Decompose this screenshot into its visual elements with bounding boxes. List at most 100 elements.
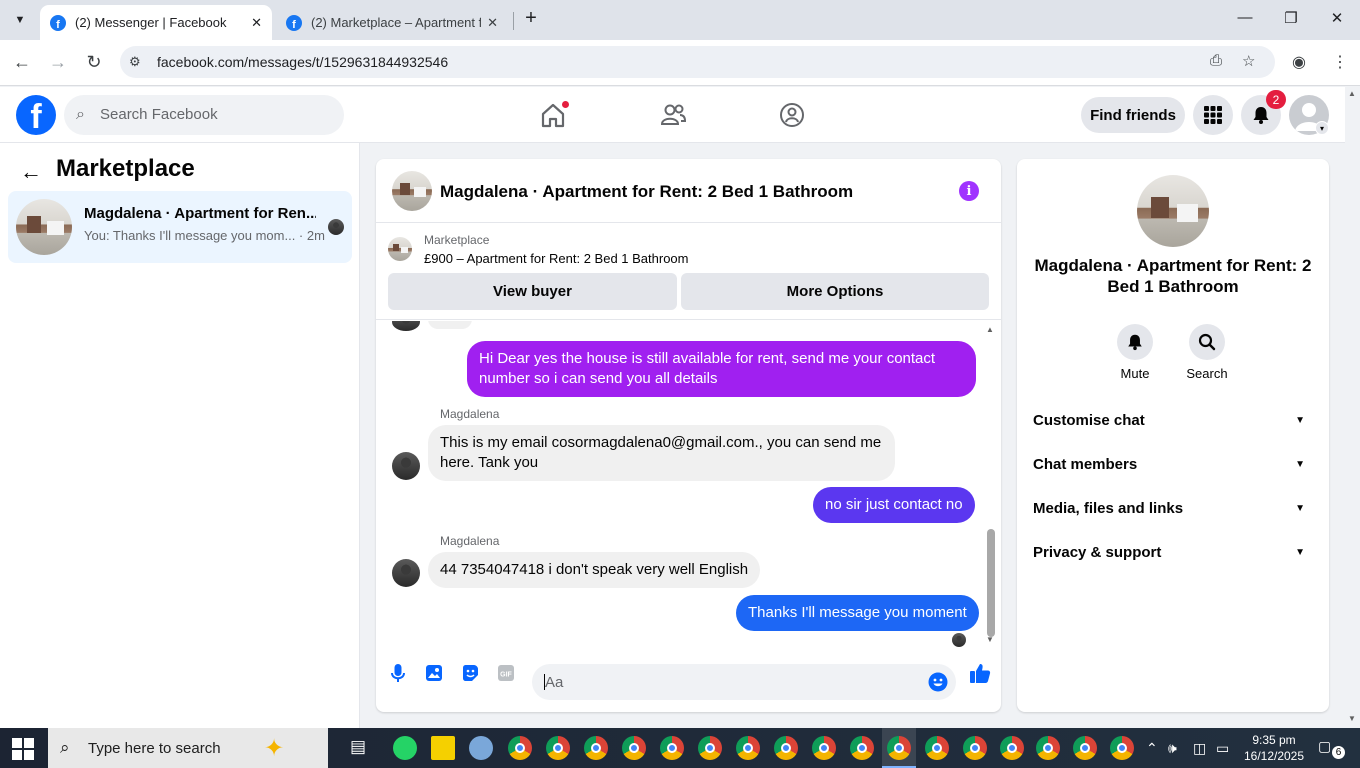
find-friends-button[interactable]: Find friends [1081,97,1185,133]
chrome-profile-icon[interactable] [925,736,949,760]
scroll-down-arrow-icon[interactable]: ▼ [986,635,994,644]
menu-grid-icon[interactable] [1193,95,1233,135]
action-center-icon[interactable]: ▢ 6 [1318,738,1345,759]
close-tab-icon[interactable]: ✕ [251,15,262,31]
chat-title[interactable]: Magdalena · Apartment for Rent: 2 Bed 1 … [440,182,853,202]
media-files-links-section[interactable]: Media, files and links ▼ [1033,500,1313,524]
back-arrow-icon[interactable]: ← [20,159,42,185]
browser-menu-icon[interactable]: ⋮ [1332,52,1348,72]
chrome-profile-icon-active[interactable] [887,736,911,760]
windows-start-icon[interactable] [12,738,34,760]
thumbs-up-icon[interactable] [968,661,992,685]
message-scrollbar[interactable]: ▲ ▼ [986,325,996,644]
chrome-profile-icon[interactable] [812,736,836,760]
chrome-profile-icon[interactable] [698,736,722,760]
tab-messenger[interactable]: f (2) Messenger | Facebook ✕ [40,5,272,40]
more-options-button[interactable]: More Options [681,273,989,310]
network-icon[interactable]: ▭ [1216,740,1229,757]
groups-icon[interactable] [778,101,806,129]
minimize-icon[interactable]: — [1235,9,1255,26]
new-tab-icon[interactable]: + [520,8,542,30]
message-bubble-outgoing[interactable]: Hi Dear yes the house is still available… [467,341,976,397]
forward-arrow-icon[interactable]: → [46,50,70,74]
chevron-down-icon: ▼ [1295,503,1305,514]
listing-thumbnail [16,199,72,255]
view-buyer-button[interactable]: View buyer [388,273,677,310]
chrome-profile-icon[interactable] [622,736,646,760]
site-info-icon[interactable]: ⚙ [129,54,141,70]
back-arrow-icon[interactable]: ← [10,50,34,74]
chrome-profile-icon[interactable] [660,736,684,760]
friends-icon[interactable] [659,101,687,129]
chrome-profile-icon[interactable] [508,736,532,760]
message-bubble-outgoing[interactable]: no sir just contact no [813,487,975,523]
install-app-icon[interactable]: ⎙ [1210,52,1222,69]
scrollbar-thumb[interactable] [987,529,995,637]
bookmark-star-icon[interactable]: ☆ [1242,52,1255,70]
close-tab-icon[interactable]: ✕ [487,15,498,31]
tab-separator [513,12,514,30]
scroll-up-arrow-icon[interactable]: ▲ [1348,89,1356,98]
message-bubble-incoming[interactable]: This is my email cosormagdalena0@gmail.c… [428,425,895,481]
profile-icon[interactable]: ◉ [1292,52,1306,72]
magdalena-avatar[interactable] [392,559,420,587]
reload-icon[interactable]: ↻ [82,50,106,74]
paint-icon[interactable] [469,736,493,760]
camera-icon[interactable]: ◫ [1193,740,1206,757]
emoji-icon[interactable] [928,672,948,692]
customise-chat-section[interactable]: Customise chat ▼ [1033,412,1313,436]
tab-marketplace[interactable]: f (2) Marketplace – Apartment fo ✕ [276,5,508,40]
address-bar[interactable]: ⚙ facebook.com/messages/t/15296318449325… [120,46,1275,78]
message-sender: Magdalena [440,407,500,421]
taskbar-search-input[interactable]: ⌕ Type here to search ✦ [48,728,328,768]
facebook-logo-icon[interactable]: f [16,95,56,135]
volume-icon[interactable]: 🕪 [1168,740,1177,757]
mute-label: Mute [1120,366,1150,381]
whatsapp-icon[interactable] [393,736,417,760]
facebook-search-input[interactable]: ⌕ Search Facebook [64,95,344,135]
chrome-profile-icon[interactable] [1036,736,1060,760]
chrome-profile-icon[interactable] [850,736,874,760]
show-hidden-icons-icon[interactable]: ⌃ [1146,740,1158,757]
search-in-conversation-button[interactable]: Search [1177,324,1237,381]
chrome-profile-icon[interactable] [736,736,760,760]
gif-icon[interactable]: GIF [496,663,516,683]
info-icon[interactable]: i [959,181,979,201]
photo-icon[interactable] [424,663,444,683]
sticky-notes-icon[interactable] [431,736,455,760]
message-bubble-outgoing[interactable]: Thanks I'll message you moment [736,595,979,631]
page-scrollbar[interactable]: ▲ ▼ [1345,87,1360,728]
chrome-profile-icon[interactable] [1073,736,1097,760]
chevron-down-icon: ▼ [1295,459,1305,470]
message-input[interactable]: Aa [532,664,956,700]
chrome-profile-icon[interactable] [1000,736,1024,760]
task-view-icon[interactable]: ▤ [350,737,366,757]
marketplace-sidebar: ← Marketplace Magdalena · Apartment for … [0,143,360,728]
maximize-icon[interactable]: ❐ [1281,9,1301,27]
scroll-up-arrow-icon[interactable]: ▲ [986,325,994,334]
microphone-icon[interactable] [388,663,408,683]
chat-members-section[interactable]: Chat members ▼ [1033,456,1313,480]
scroll-down-arrow-icon[interactable]: ▼ [1348,714,1356,723]
chrome-profile-icon[interactable] [584,736,608,760]
privacy-support-section[interactable]: Privacy & support ▼ [1033,544,1313,568]
system-clock[interactable]: 9:35 pm 16/12/2025 [1240,732,1308,764]
message-square-icon: ▢ [1318,738,1332,754]
chat-avatar[interactable] [392,171,432,211]
conversation-avatar[interactable] [1137,175,1209,247]
search-highlight-icon: ✦ [264,735,285,762]
chrome-profile-icon[interactable] [546,736,570,760]
chrome-profile-icon[interactable] [774,736,798,760]
home-notification-dot [561,100,570,109]
listing-price-title[interactable]: £900 – Apartment for Rent: 2 Bed 1 Bathr… [424,251,689,266]
mute-button[interactable]: Mute [1105,324,1165,381]
conversation-item[interactable]: Magdalena · Apartment for Ren... You: Th… [8,191,352,263]
message-bubble-incoming[interactable]: 44 7354047418 i don't speak very well En… [428,552,761,588]
sticker-icon[interactable] [460,663,480,683]
chrome-profile-icon[interactable] [1110,736,1134,760]
close-window-icon[interactable]: ✕ [1327,9,1347,27]
chrome-profile-icon[interactable] [963,736,987,760]
magdalena-avatar[interactable] [392,452,420,480]
tab-search-chevron-icon[interactable]: ▼ [8,8,32,32]
account-chevron-down-icon[interactable]: ▾ [1315,121,1329,135]
